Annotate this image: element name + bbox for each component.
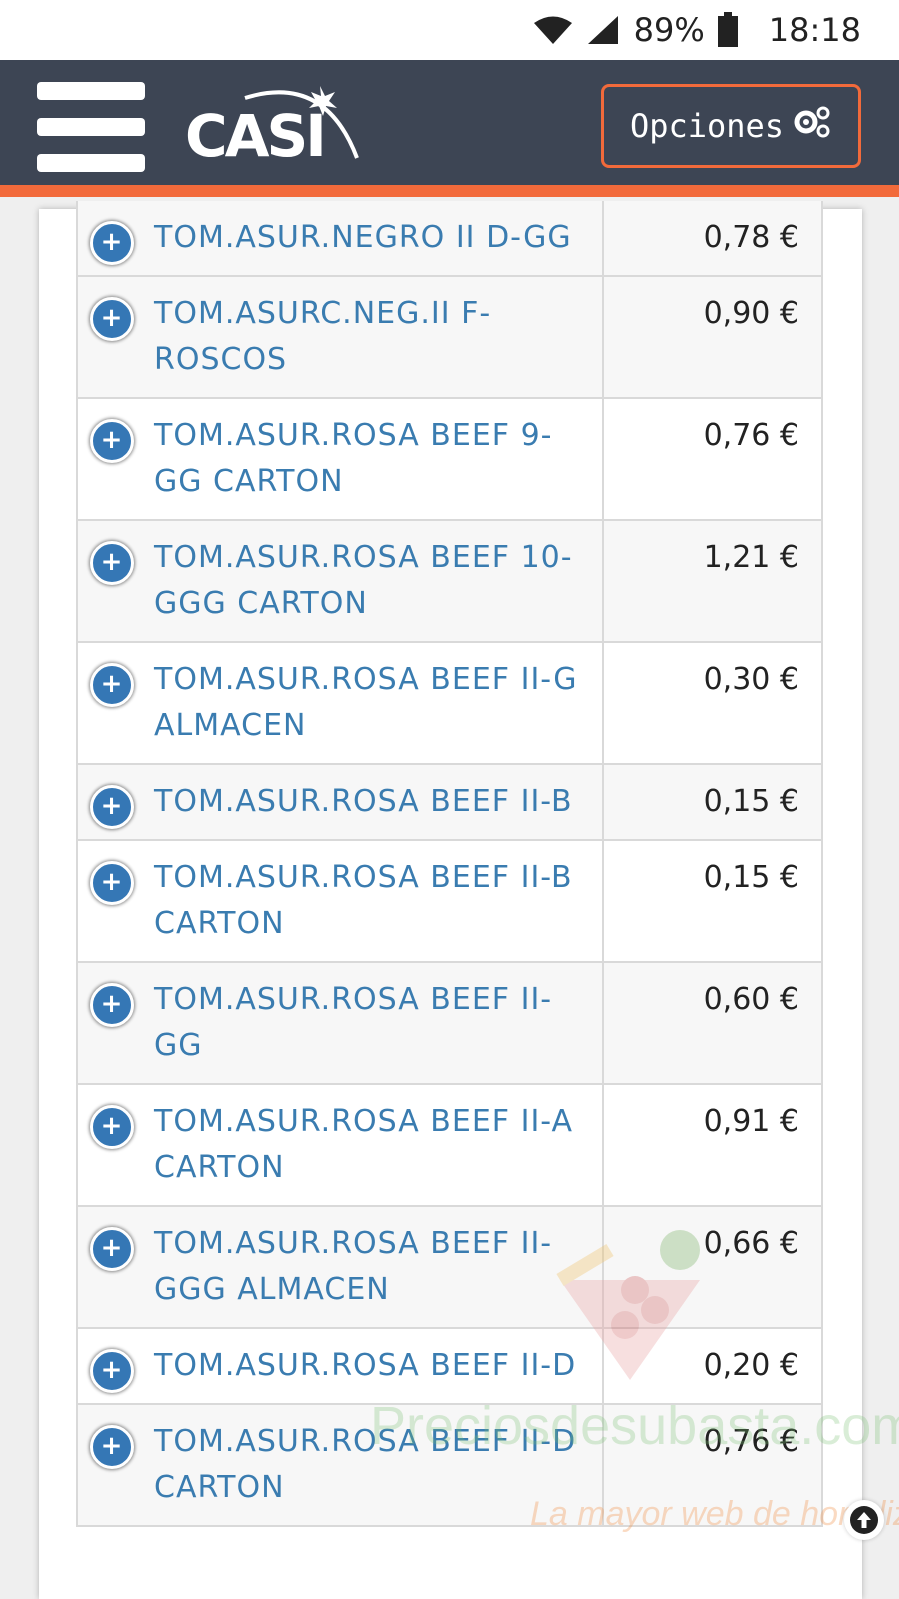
battery-percent: 89% xyxy=(633,11,705,49)
table-row: + TOM.ASUR.ROSA BEEF 10-GGG CARTON 1,21 … xyxy=(76,521,823,643)
product-name[interactable]: TOM.ASUR.ROSA BEEF 10-GGG CARTON xyxy=(154,540,573,621)
menu-bar-icon xyxy=(37,118,145,136)
logo-text: CASI xyxy=(185,102,327,170)
plus-circle-icon[interactable]: + xyxy=(90,983,134,1027)
scroll-top-button[interactable] xyxy=(844,1500,884,1540)
table-row: + TOM.ASUR.ROSA BEEF II-D CARTON 0,76 € xyxy=(76,1405,823,1527)
product-name-cell[interactable]: + TOM.ASUR.ROSA BEEF II-GGG ALMACEN xyxy=(78,1207,604,1327)
menu-bar-icon xyxy=(37,154,145,172)
product-price: 0,60 € xyxy=(703,982,799,1017)
product-price: 0,90 € xyxy=(703,296,799,331)
product-price: 0,76 € xyxy=(703,1424,799,1459)
table-row: + TOM.ASUR.ROSA BEEF II-D 0,20 € xyxy=(76,1329,823,1405)
product-name-cell[interactable]: + TOM.ASUR.ROSA BEEF II-G ALMACEN xyxy=(78,643,604,763)
options-button[interactable]: Opciones xyxy=(601,84,861,168)
product-price: 0,78 € xyxy=(703,220,799,255)
product-name-cell[interactable]: + TOM.ASUR.ROSA BEEF II-D xyxy=(78,1329,604,1403)
product-name[interactable]: TOM.ASUR.ROSA BEEF II-D xyxy=(154,1348,576,1383)
product-name[interactable]: TOM.ASURC.NEG.II F-ROSCOS xyxy=(154,296,491,377)
product-price: 1,21 € xyxy=(703,540,799,575)
product-name-cell[interactable]: + TOM.ASUR.ROSA BEEF II-D CARTON xyxy=(78,1405,604,1525)
table-row: + TOM.ASUR.ROSA BEEF II-B 0,15 € xyxy=(76,765,823,841)
product-name[interactable]: TOM.ASUR.ROSA BEEF II-B CARTON xyxy=(154,860,573,941)
plus-circle-icon[interactable]: + xyxy=(90,663,134,707)
product-price: 0,66 € xyxy=(703,1226,799,1261)
plus-circle-icon[interactable]: + xyxy=(90,297,134,341)
product-price: 0,15 € xyxy=(703,784,799,819)
product-price: 0,30 € xyxy=(703,662,799,697)
gears-icon xyxy=(792,104,832,148)
table-row: + TOM.ASUR.ROSA BEEF II-B CARTON 0,15 € xyxy=(76,841,823,963)
casi-logo[interactable]: CASI xyxy=(185,78,365,178)
plus-circle-icon[interactable]: + xyxy=(90,1105,134,1149)
plus-circle-icon[interactable]: + xyxy=(90,419,134,463)
status-bar: 89% 18:18 xyxy=(0,0,899,60)
wifi-icon xyxy=(532,14,574,46)
plus-circle-icon[interactable]: + xyxy=(90,541,134,585)
product-name[interactable]: TOM.ASUR.ROSA BEEF II-B xyxy=(154,784,573,819)
table-row: + TOM.ASURC.NEG.II F-ROSCOS 0,90 € xyxy=(76,277,823,399)
plus-circle-icon[interactable]: + xyxy=(90,861,134,905)
products-table: + TOM.ASUR.NEGRO II D-GG 0,78 € + TOM.AS… xyxy=(76,201,823,1591)
product-name-cell[interactable]: + TOM.ASUR.NEGRO II D-GG xyxy=(78,201,604,275)
table-row: + TOM.ASUR.ROSA BEEF II-GG 0,60 € xyxy=(76,963,823,1085)
product-name-cell[interactable]: + TOM.ASUR.ROSA BEEF II-B CARTON xyxy=(78,841,604,961)
product-price: 0,91 € xyxy=(703,1104,799,1139)
plus-circle-icon[interactable]: + xyxy=(90,785,134,829)
product-name[interactable]: TOM.ASUR.ROSA BEEF II-A CARTON xyxy=(154,1104,573,1185)
arrow-up-circle-icon xyxy=(850,1506,878,1534)
product-name-cell[interactable]: + TOM.ASURC.NEG.II F-ROSCOS xyxy=(78,277,604,397)
menu-button[interactable] xyxy=(37,82,145,172)
plus-circle-icon[interactable]: + xyxy=(90,221,134,265)
product-price: 0,76 € xyxy=(703,418,799,453)
plus-circle-icon[interactable]: + xyxy=(90,1425,134,1469)
product-name-cell[interactable]: + TOM.ASUR.ROSA BEEF II-GG xyxy=(78,963,604,1083)
signal-icon xyxy=(586,14,620,46)
table-row: + TOM.ASUR.NEGRO II D-GG 0,78 € xyxy=(76,201,823,277)
plus-circle-icon[interactable]: + xyxy=(90,1349,134,1393)
clock: 18:18 xyxy=(768,11,861,49)
table-row: + TOM.ASUR.ROSA BEEF II-G ALMACEN 0,30 € xyxy=(76,643,823,765)
table-row: + TOM.ASUR.ROSA BEEF II-A CARTON 0,91 € xyxy=(76,1085,823,1207)
product-name-cell[interactable]: + TOM.ASUR.ROSA BEEF 9-GG CARTON xyxy=(78,399,604,519)
product-name-cell[interactable]: + TOM.ASUR.ROSA BEEF 10-GGG CARTON xyxy=(78,521,604,641)
product-name[interactable]: TOM.ASUR.ROSA BEEF II-GG xyxy=(154,982,552,1063)
plus-circle-icon[interactable]: + xyxy=(90,1227,134,1271)
product-name-cell[interactable]: + TOM.ASUR.ROSA BEEF II-A CARTON xyxy=(78,1085,604,1205)
options-label: Opciones xyxy=(629,107,785,145)
table-row: + TOM.ASUR.ROSA BEEF 9-GG CARTON 0,76 € xyxy=(76,399,823,521)
product-name[interactable]: TOM.ASUR.ROSA BEEF 9-GG CARTON xyxy=(154,418,553,499)
product-name[interactable]: TOM.ASUR.ROSA BEEF II-GGG ALMACEN xyxy=(154,1226,552,1307)
product-price: 0,15 € xyxy=(703,860,799,895)
product-name[interactable]: TOM.ASUR.ROSA BEEF II-G ALMACEN xyxy=(154,662,577,743)
product-price: 0,20 € xyxy=(703,1348,799,1383)
app-header: CASI Opciones xyxy=(0,60,899,197)
product-name[interactable]: TOM.ASUR.NEGRO II D-GG xyxy=(154,220,572,255)
menu-bar-icon xyxy=(37,82,145,100)
table-row: + TOM.ASUR.ROSA BEEF II-GGG ALMACEN 0,66… xyxy=(76,1207,823,1329)
battery-icon xyxy=(717,12,739,48)
product-name[interactable]: TOM.ASUR.ROSA BEEF II-D CARTON xyxy=(154,1424,576,1505)
product-name-cell[interactable]: + TOM.ASUR.ROSA BEEF II-B xyxy=(78,765,604,839)
